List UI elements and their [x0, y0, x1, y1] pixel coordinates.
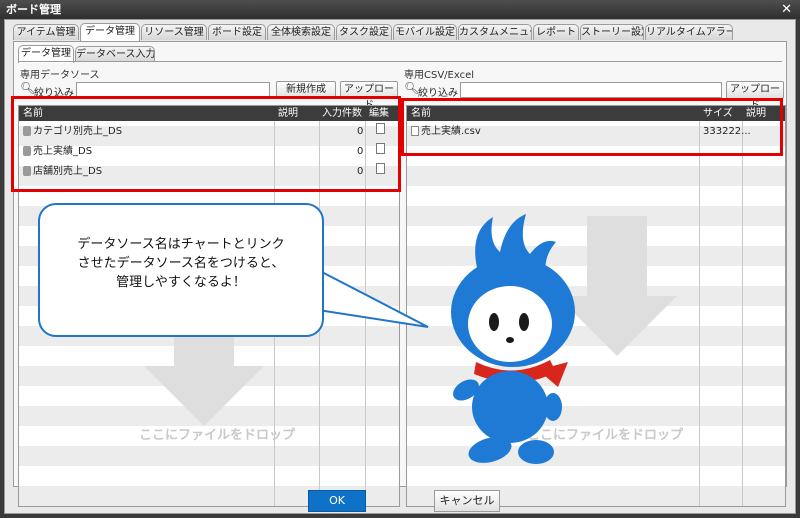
highlight-box-datasource	[11, 96, 401, 192]
right-upload-button[interactable]: アップロード	[726, 81, 784, 111]
close-icon[interactable]: ✕	[781, 0, 792, 19]
tab-report[interactable]: レポート	[533, 24, 579, 40]
speech-bubble-tail	[318, 268, 429, 328]
right-filter-label: 絞り込み	[418, 88, 458, 99]
col-divider	[742, 106, 743, 506]
mascot-character	[451, 214, 575, 464]
drop-zone-text[interactable]: ここにファイルをドロップ	[139, 424, 295, 443]
window-titlebar: ボード管理 ✕	[0, 0, 800, 19]
tab-board-settings[interactable]: ボード設定	[208, 24, 266, 40]
search-icon: 🔍︎	[404, 81, 420, 95]
tab-story-settings[interactable]: ストーリー設定	[580, 24, 644, 40]
right-filter-input[interactable]	[460, 82, 722, 98]
subtab-database-input[interactable]: データベース入力	[75, 46, 155, 62]
speech-bubble: データソース名はチャートとリンク させたデータソース名をつけると、 管理しやすく…	[38, 203, 324, 337]
window-title: ボード管理	[6, 3, 61, 16]
tab-global-search-settings[interactable]: 全体検索設定	[267, 24, 335, 40]
col-divider	[699, 106, 700, 506]
highlight-box-csv	[401, 98, 783, 156]
dedicated-datasource-title: 専用データソース	[20, 70, 100, 81]
speech-bubble-text: データソース名はチャートとリンク させたデータソース名をつけると、 管理しやすく…	[77, 237, 285, 290]
dedicated-csv-excel-title: 専用CSV/Excel	[404, 70, 475, 81]
tab-task-settings[interactable]: タスク設定	[336, 24, 392, 40]
tab-realtime-alert[interactable]: リアルタイムアラート	[645, 24, 733, 40]
search-icon: 🔍︎	[20, 81, 36, 95]
ok-button[interactable]: OK	[308, 490, 366, 512]
tab-resource-management[interactable]: リソース管理	[141, 24, 207, 40]
tab-data-management[interactable]: データ管理	[80, 23, 140, 41]
tab-custom-menu[interactable]: カスタムメニュー	[458, 24, 532, 40]
cancel-button[interactable]: キャンセル	[434, 490, 500, 512]
subtab-divider	[18, 61, 782, 62]
tab-item-management[interactable]: アイテム管理	[13, 24, 79, 40]
tab-mobile-settings[interactable]: モバイル設定	[393, 24, 457, 40]
